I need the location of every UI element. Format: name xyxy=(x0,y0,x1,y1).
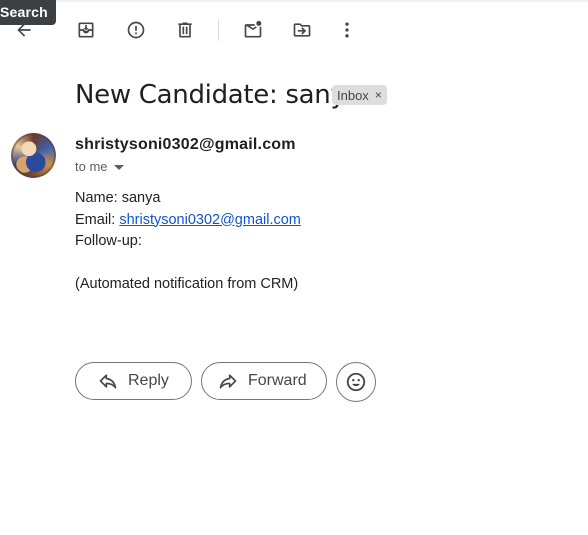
mark-unread-button[interactable] xyxy=(237,14,269,46)
recipient-details-toggle[interactable]: to me xyxy=(75,159,124,174)
body-footer-line: (Automated notification from CRM) xyxy=(75,276,299,292)
smiley-icon xyxy=(346,372,366,392)
body-email-link[interactable]: shristysoni0302@gmail.com xyxy=(119,212,301,228)
report-spam-icon xyxy=(127,21,145,39)
email-body: Name: sanya Email: shristysoni0302@gmail… xyxy=(75,188,301,296)
body-email-prefix: Email: xyxy=(75,211,120,228)
body-followup-line: Follow-up: xyxy=(75,233,142,249)
forward-button[interactable]: Forward xyxy=(201,362,327,400)
move-to-button[interactable] xyxy=(286,14,318,46)
inbox-label-chip[interactable]: Inbox × xyxy=(332,85,387,105)
mark-unread-icon xyxy=(244,20,262,38)
forward-label: Forward xyxy=(248,372,307,389)
remove-label-icon[interactable]: × xyxy=(375,88,382,102)
body-name-line: Name: sanya xyxy=(75,190,161,206)
recipient-text: to me xyxy=(75,159,108,174)
sender-avatar[interactable] xyxy=(11,133,56,178)
email-subject: New Candidate: sanya xyxy=(75,80,362,110)
body-blank-line xyxy=(75,253,301,275)
move-to-folder-icon xyxy=(293,23,311,37)
reply-label: Reply xyxy=(128,372,169,389)
body-email-line: Email: shristysoni0302@gmail.com xyxy=(75,210,301,232)
reply-button[interactable]: Reply xyxy=(75,362,192,400)
trash-icon xyxy=(178,22,192,38)
archive-icon xyxy=(78,22,94,38)
archive-button[interactable] xyxy=(70,14,102,46)
sender-email: shristysoni0302@gmail.com xyxy=(75,136,296,153)
top-edge xyxy=(0,0,588,2)
emoji-reaction-button[interactable] xyxy=(336,362,376,402)
toolbar-divider xyxy=(218,19,219,41)
label-text: Inbox xyxy=(337,87,369,103)
forward-icon xyxy=(219,374,237,389)
chevron-down-icon xyxy=(113,165,124,170)
more-options-button[interactable] xyxy=(331,14,363,46)
more-vert-icon xyxy=(345,22,349,38)
delete-button[interactable] xyxy=(169,14,201,46)
reply-icon xyxy=(99,374,117,389)
report-spam-button[interactable] xyxy=(120,14,152,46)
search-tooltip: Search xyxy=(0,0,56,25)
